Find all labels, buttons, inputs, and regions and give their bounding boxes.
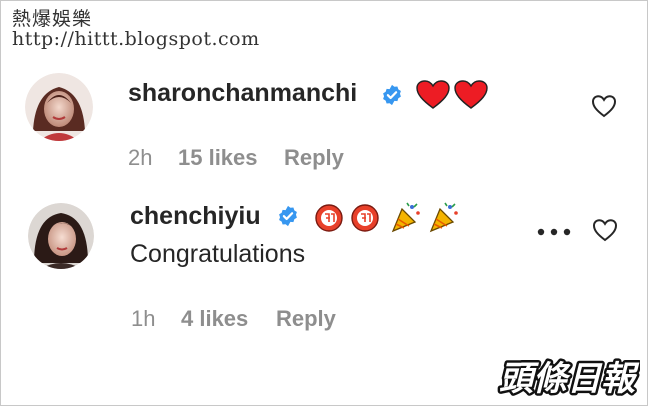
comment-text: Congratulations <box>130 240 306 268</box>
watermark-title: 熱爆娛樂 <box>12 8 93 30</box>
comment-time: 2h <box>128 145 153 170</box>
comment-username[interactable]: sharonchanmanchi <box>128 79 357 108</box>
verified-badge-icon <box>279 205 297 227</box>
comment-likes-link[interactable]: 15 likes <box>178 145 258 171</box>
party-popper-emoji <box>391 202 420 233</box>
congratulations-emoji <box>351 204 379 232</box>
svg-text:頭條日報: 頭條日報 <box>499 359 640 399</box>
more-options-icon[interactable] <box>537 228 571 236</box>
reply-button[interactable]: Reply <box>284 145 344 171</box>
heart-emoji <box>454 80 488 109</box>
comment-likes-link[interactable]: 4 likes <box>181 306 248 332</box>
heart-outline-icon[interactable] <box>592 218 618 242</box>
heart-emoji <box>416 80 450 109</box>
comment-username[interactable]: chenchiyiu <box>130 202 261 231</box>
party-popper-emoji <box>429 202 458 233</box>
newspaper-logo: 頭條日報 <box>497 357 641 401</box>
congratulations-emoji <box>315 204 343 232</box>
verified-badge-icon <box>383 84 401 106</box>
reply-button[interactable]: Reply <box>276 306 336 332</box>
avatar[interactable] <box>28 203 94 269</box>
comment-time: 1h <box>131 306 156 331</box>
avatar[interactable] <box>25 73 93 141</box>
watermark-url: http://hittt.blogspot.com <box>12 28 260 50</box>
heart-outline-icon[interactable] <box>591 94 617 118</box>
